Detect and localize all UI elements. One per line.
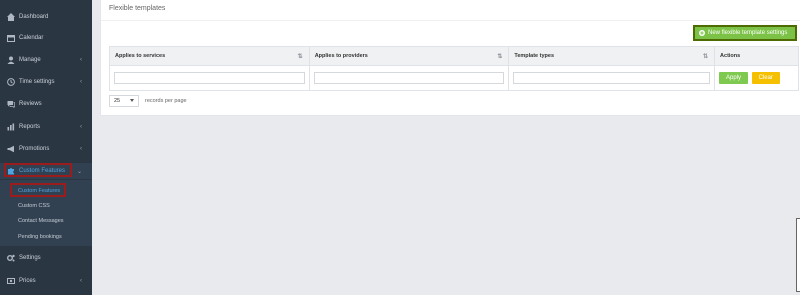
sort-icon[interactable]: ⇅ [703, 53, 708, 60]
sidebar-item-reviews[interactable]: Reviews [0, 96, 92, 112]
puzzle-icon [7, 167, 15, 175]
pagination-controls: 25 records per page [109, 95, 187, 107]
column-header-actions: Actions [714, 46, 799, 66]
money-icon [7, 277, 15, 285]
column-header-providers[interactable]: Applies to providers ⇅ [308, 46, 510, 66]
chevron-left-icon: ‹ [80, 57, 82, 63]
divider [101, 20, 800, 21]
chevron-left-icon: ‹ [80, 79, 82, 85]
sidebar-item-reports[interactable]: Reports ‹ [0, 119, 92, 135]
sidebar-item-label: Prices [19, 278, 36, 284]
records-per-page-select[interactable]: 25 [109, 95, 139, 107]
submenu-item-custom-features[interactable]: Custom Features [18, 188, 60, 194]
records-per-page-label: records per page [145, 98, 187, 104]
sort-icon[interactable]: ⇅ [497, 53, 502, 60]
sidebar-item-dashboard[interactable]: Dashboard [0, 9, 92, 25]
chevron-left-icon: ‹ [80, 146, 82, 152]
sidebar-item-label: Promotions [19, 146, 50, 152]
new-button-label: New flexible template settings [708, 30, 788, 36]
page-title: Flexible templates [109, 5, 166, 12]
sidebar-item-calendar[interactable]: Calendar [0, 30, 92, 46]
sidebar-item-settings[interactable]: Settings [0, 250, 92, 266]
sidebar-item-manage[interactable]: Manage ‹ [0, 52, 92, 68]
clear-button[interactable]: Clear [751, 72, 780, 84]
sidebar-item-label: Settings [19, 255, 41, 261]
sidebar-item-promotions[interactable]: Promotions ‹ [0, 141, 92, 157]
sidebar-item-label: Dashboard [19, 14, 49, 20]
sidebar-item-prices[interactable]: Prices ‹ [0, 273, 92, 289]
comments-icon [7, 100, 15, 108]
column-header-template-types[interactable]: Template types ⇅ [508, 46, 716, 66]
submenu-item-contact-messages[interactable]: Contact Messages [18, 218, 64, 224]
sidebar-item-label: Time settings [19, 79, 55, 85]
flexible-templates-panel: Flexible templates New flexible template… [100, 0, 800, 116]
custom-features-submenu: Custom Features Custom CSS Contact Messa… [0, 180, 92, 246]
templates-table: Applies to services ⇅ Applies to provide… [109, 46, 799, 91]
plus-icon [699, 30, 705, 36]
sidebar-item-custom-features[interactable]: Custom Features ⌄ [0, 163, 92, 179]
sidebar-item-label: Manage [19, 57, 41, 63]
template-types-filter-input[interactable] [513, 72, 711, 84]
sort-icon[interactable]: ⇅ [298, 53, 303, 60]
gears-icon [7, 254, 15, 262]
chevron-left-icon: ‹ [80, 278, 82, 284]
new-flexible-template-settings-button[interactable]: New flexible template settings [693, 25, 797, 41]
clock-icon [7, 78, 15, 86]
calendar-icon [7, 34, 15, 42]
submenu-item-custom-css[interactable]: Custom CSS [18, 203, 50, 209]
column-header-services[interactable]: Applies to services ⇅ [109, 46, 310, 66]
sidebar-item-label: Calendar [19, 35, 44, 41]
chevron-down-icon: ⌄ [76, 168, 82, 175]
sidebar-item-time-settings[interactable]: Time settings ‹ [0, 74, 92, 90]
user-icon [7, 56, 15, 64]
side-feedback-tab[interactable] [796, 218, 800, 292]
apply-button[interactable]: Apply [719, 72, 749, 84]
per-page-value: 25 [114, 98, 121, 104]
chevron-left-icon: ‹ [80, 124, 82, 130]
sidebar-item-label: Reports [19, 124, 41, 130]
dashboard-icon [7, 13, 15, 21]
submenu-item-pending-bookings[interactable]: Pending bookings [18, 234, 62, 240]
caret-down-icon [130, 98, 134, 104]
providers-filter-input[interactable] [313, 72, 505, 84]
sidebar-item-label: Custom Features [19, 168, 66, 174]
bullhorn-icon [7, 145, 15, 153]
bar-chart-icon [7, 123, 15, 131]
sidebar-item-label: Reviews [19, 101, 42, 107]
sidebar: Dashboard Calendar Manage ‹ Time setting… [0, 0, 92, 295]
services-filter-input[interactable] [114, 72, 305, 84]
filter-row: Apply Clear [109, 65, 799, 91]
